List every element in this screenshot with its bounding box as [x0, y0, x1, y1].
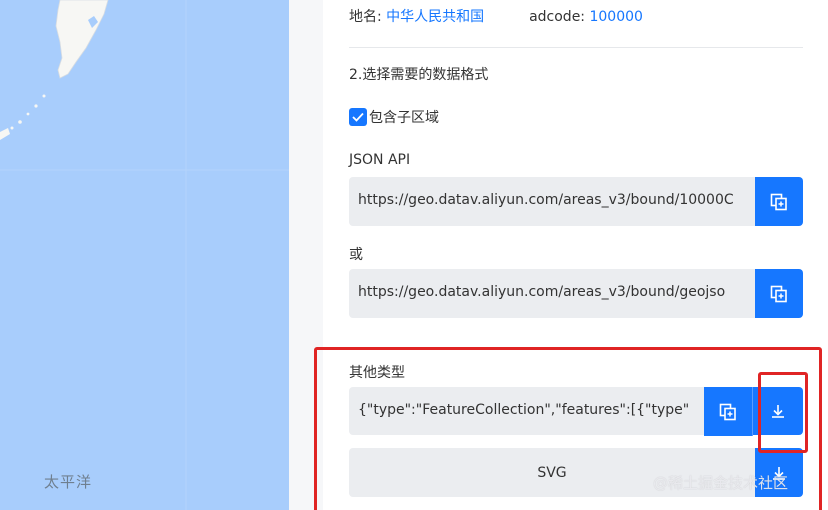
copy-geojson-url-button[interactable] — [755, 269, 803, 318]
copy-icon — [770, 193, 787, 210]
watermark: @稀土掘金技术社区 — [653, 474, 789, 492]
annotation-box-download — [758, 372, 808, 453]
copy-icon — [770, 285, 787, 302]
json-api-label: JSON API — [349, 152, 411, 168]
geojson-url-text: https://geo.datav.aliyun.com/areas_v3/bo… — [358, 284, 726, 300]
adcode-value[interactable]: 100000 — [589, 9, 642, 25]
region-name-label: 地名: — [349, 9, 382, 25]
ocean-label: 太平洋 — [44, 473, 93, 491]
region-name-value[interactable]: 中华人民共和国 — [386, 9, 484, 25]
json-api-url-field[interactable]: https://geo.datav.aliyun.com/areas_v3/bo… — [349, 177, 755, 226]
region-info: 地名: 中华人民共和国 adcode: 100000 — [349, 8, 643, 26]
include-subregions-row[interactable]: 包含子区域 — [349, 107, 439, 127]
geojson-url-field[interactable]: https://geo.datav.aliyun.com/areas_v3/bo… — [349, 269, 755, 318]
map-view[interactable]: 太平洋 — [0, 0, 289, 510]
divider — [349, 47, 803, 48]
or-label: 或 — [349, 247, 363, 263]
include-subregions-checkbox[interactable] — [349, 108, 367, 126]
copy-url-button[interactable] — [755, 177, 803, 226]
include-subregions-label: 包含子区域 — [369, 110, 439, 126]
step-title: 2.选择需要的数据格式 — [349, 67, 489, 83]
adcode-label: adcode: — [529, 9, 586, 25]
map-land-shapes — [0, 0, 289, 510]
checkmark-icon — [352, 112, 364, 122]
json-api-url-text: https://geo.datav.aliyun.com/areas_v3/bo… — [358, 192, 734, 208]
